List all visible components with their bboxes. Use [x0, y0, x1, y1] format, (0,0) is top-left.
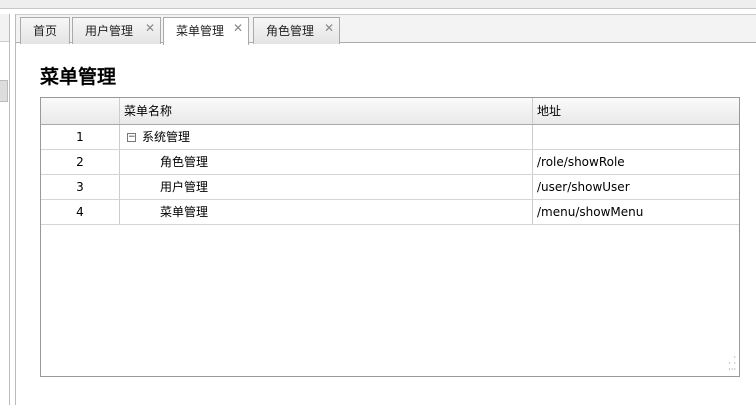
tab-bar: 首页 用户管理 ✕ 菜单管理 ✕ 角色管理 ✕ [16, 14, 756, 45]
menu-name: 系统管理 [142, 130, 191, 144]
top-bar [0, 0, 756, 9]
tab-home[interactable]: 首页 [20, 17, 70, 44]
tab-label: 用户管理 [85, 24, 134, 38]
menu-name-cell: 用户管理 [120, 175, 533, 199]
tab-label: 角色管理 [266, 24, 315, 38]
column-header-name[interactable]: 菜单名称 [120, 98, 533, 124]
table-row[interactable]: 3 用户管理 /user/showUser [41, 175, 739, 200]
page-title: 菜单管理 [40, 66, 117, 88]
sidebar-item[interactable] [0, 80, 8, 102]
url-cell: /user/showUser [537, 180, 630, 194]
table-row[interactable]: 2 角色管理 /role/showRole [41, 150, 739, 175]
column-header-rownum [41, 98, 120, 124]
resize-grip-icon[interactable]: · · · ··· [728, 354, 736, 374]
menu-name-cell: 角色管理 [120, 150, 533, 174]
tab-role-management[interactable]: 角色管理 ✕ [253, 17, 340, 44]
grid-header: 菜单名称 地址 [41, 98, 739, 125]
table-row[interactable]: 4 菜单管理 /menu/showMenu [41, 200, 739, 225]
tab-menu-management[interactable]: 菜单管理 ✕ [163, 17, 249, 45]
menu-name-cell: 菜单管理 [120, 200, 533, 224]
row-number: 2 [41, 150, 120, 174]
close-icon[interactable]: ✕ [233, 15, 243, 41]
tree-grid: 菜单名称 地址 1 − 系统管理 2 角色管理 /role/showRole 3 … [40, 97, 740, 377]
row-number: 4 [41, 200, 120, 224]
table-row[interactable]: 1 − 系统管理 [41, 125, 739, 150]
sidebar-header[interactable] [0, 14, 9, 42]
row-number: 3 [41, 175, 120, 199]
close-icon[interactable]: ✕ [145, 15, 155, 41]
url-cell: /role/showRole [537, 155, 625, 169]
tab-label: 首页 [33, 24, 58, 38]
row-number: 1 [41, 125, 120, 149]
column-header-url[interactable]: 地址 [533, 98, 739, 124]
url-cell [533, 125, 739, 149]
main-panel: 首页 用户管理 ✕ 菜单管理 ✕ 角色管理 ✕ 菜单管理 菜单名称 地址 1 − 系统管… [15, 14, 756, 405]
url-cell: /menu/showMenu [537, 205, 644, 219]
close-icon[interactable]: ✕ [324, 15, 334, 41]
menu-name-cell: − 系统管理 [120, 125, 533, 149]
collapse-icon[interactable]: − [127, 133, 136, 142]
tab-label: 菜单管理 [176, 24, 225, 38]
left-sidebar-collapsed[interactable] [0, 14, 10, 405]
tab-user-management[interactable]: 用户管理 ✕ [72, 17, 161, 44]
